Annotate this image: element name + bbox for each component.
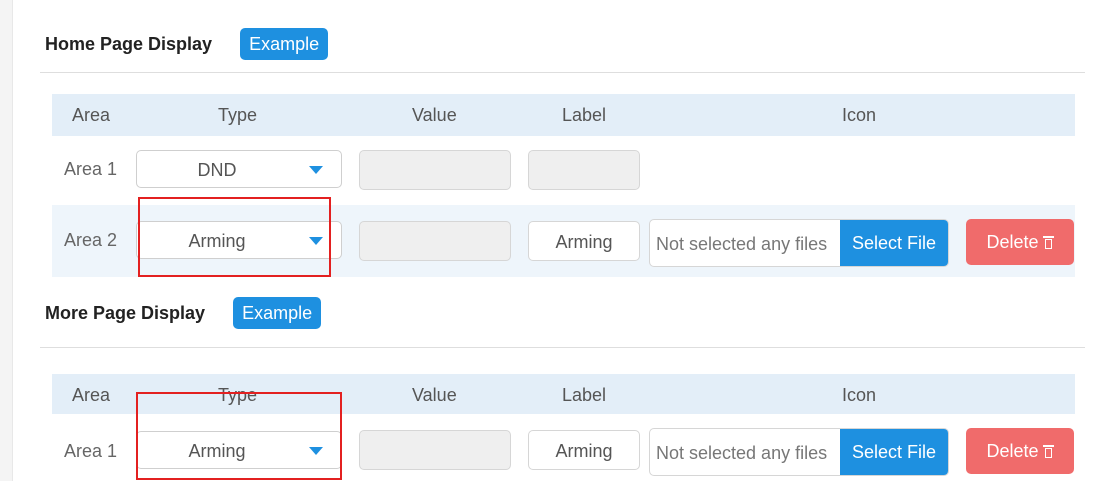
chevron-down-icon <box>309 447 323 455</box>
example-button[interactable]: Example <box>233 297 322 329</box>
more-page-display-header: More Page Display Example <box>45 297 322 329</box>
trash-icon <box>1042 235 1054 249</box>
header-label: Label <box>562 385 607 405</box>
type-select-value: Arming <box>188 231 246 251</box>
delete-button[interactable]: Delete <box>966 219 1074 265</box>
label-input <box>528 150 640 190</box>
table-header: Area Type Value Label Icon <box>52 94 1075 136</box>
more-page-table: Area Type Value Label Icon Area 1 Arming… <box>52 374 1075 481</box>
header-type: Type <box>218 105 258 125</box>
value-input <box>359 221 511 261</box>
section-title: More Page Display <box>45 302 206 323</box>
area-name: Area 2 <box>64 230 118 250</box>
file-picker: Not selected any files Select File <box>649 428 949 476</box>
select-file-button[interactable]: Select File <box>840 220 948 266</box>
type-select-value: DND <box>197 160 237 180</box>
select-file-button[interactable]: Select File <box>840 429 948 475</box>
value-input <box>359 150 511 190</box>
type-select[interactable]: DND <box>136 150 342 188</box>
header-type: Type <box>218 385 258 405</box>
divider <box>40 347 1085 348</box>
table-row: Area 2 Arming Arming Not selected any fi… <box>52 205 1075 277</box>
area-name: Area 1 <box>64 159 118 179</box>
header-icon: Icon <box>842 385 877 405</box>
type-select[interactable]: Arming <box>136 221 342 259</box>
area-name: Area 1 <box>64 441 118 461</box>
value-input <box>359 430 511 470</box>
header-value: Value <box>412 105 457 125</box>
table-row: Area 1 Arming Arming Not selected any fi… <box>52 414 1075 481</box>
table-header: Area Type Value Label Icon <box>52 374 1075 414</box>
file-picker: Not selected any files Select File <box>649 219 949 267</box>
type-select-value: Arming <box>188 441 246 461</box>
chevron-down-icon <box>309 166 323 174</box>
delete-button-label: Delete <box>986 231 1039 252</box>
delete-button-label: Delete <box>986 440 1039 461</box>
delete-button[interactable]: Delete <box>966 428 1074 474</box>
label-input[interactable]: Arming <box>528 430 640 470</box>
home-page-table: Area Type Value Label Icon Area 1 DND Ar… <box>52 94 1075 277</box>
header-label: Label <box>562 105 607 125</box>
file-status-text: Not selected any files <box>656 443 828 463</box>
chevron-down-icon <box>309 237 323 245</box>
file-status-text: Not selected any files <box>656 234 828 254</box>
type-select[interactable]: Arming <box>136 431 342 469</box>
table-row: Area 1 DND <box>52 136 1075 205</box>
label-input-value: Arming <box>555 232 613 252</box>
trash-icon <box>1042 444 1054 458</box>
section-title: Home Page Display <box>45 33 213 54</box>
divider <box>40 72 1085 73</box>
header-icon: Icon <box>842 105 877 125</box>
example-button[interactable]: Example <box>240 28 329 60</box>
header-area: Area <box>72 105 111 125</box>
header-value: Value <box>412 385 457 405</box>
left-panel-border <box>0 0 13 481</box>
home-page-display-header: Home Page Display Example <box>45 28 329 60</box>
header-area: Area <box>72 385 111 405</box>
label-input[interactable]: Arming <box>528 221 640 261</box>
label-input-value: Arming <box>555 441 613 461</box>
